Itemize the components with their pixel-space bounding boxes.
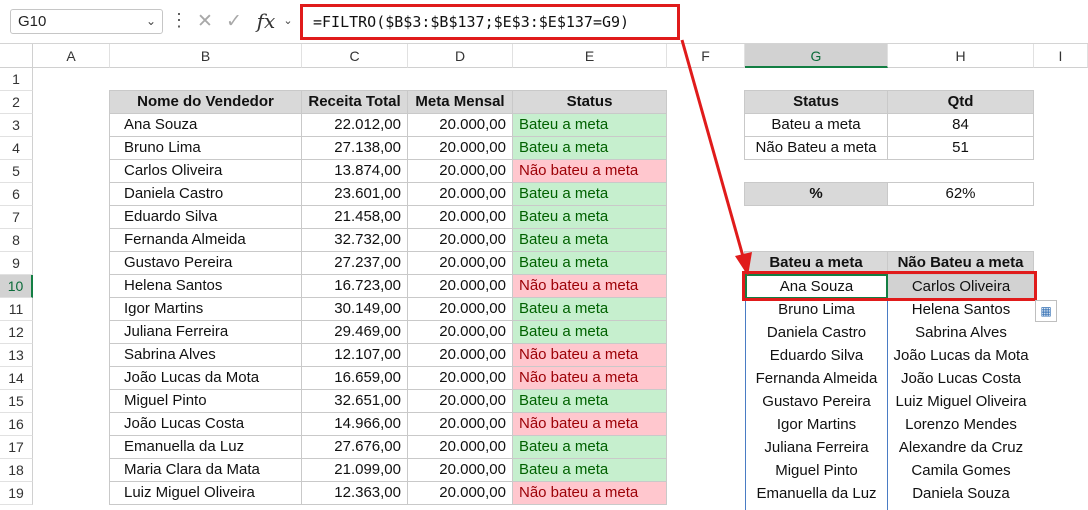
annotation-overlay [680,39,752,276]
annotation-arrow-head [735,252,752,276]
annotation-arrow-line [680,39,746,261]
